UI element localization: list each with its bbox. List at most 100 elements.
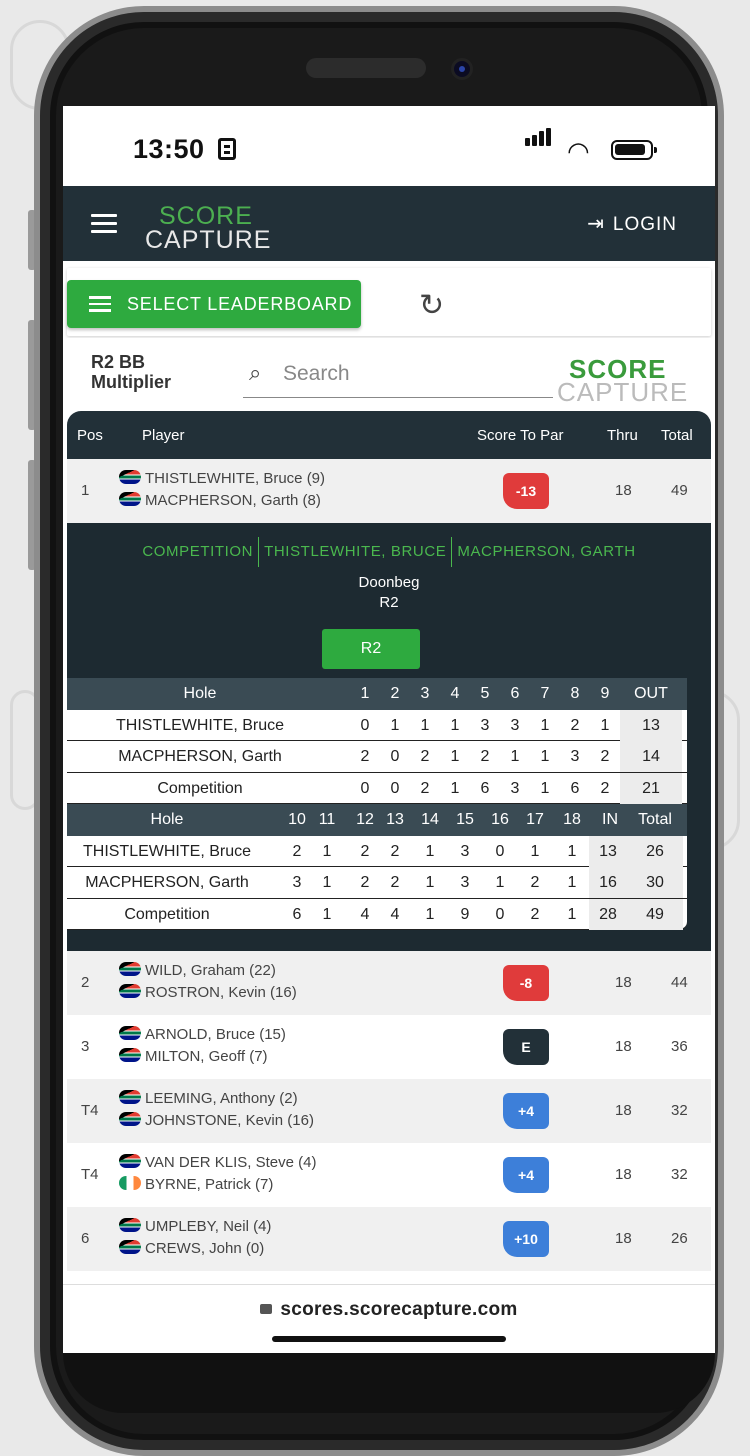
table-row[interactable]: 3 ARNOLD, Bruce (15) MILTON, Geoff (7) E… bbox=[67, 1015, 711, 1079]
phone-screen: 13:50 ◠ SCORE CAPTURE ⇥ LOGIN SELECT LEAD… bbox=[63, 106, 715, 1353]
hole-score: 1 bbox=[425, 905, 435, 923]
flag-icon bbox=[119, 1112, 141, 1126]
row-pos: 1 bbox=[81, 482, 90, 499]
hole-score: 1 bbox=[322, 842, 332, 860]
wifi-icon: ◠ bbox=[567, 136, 590, 166]
flag-icon bbox=[119, 1154, 141, 1168]
table-row[interactable]: T4 VAN DER KLIS, Steve (4) BYRNE, Patric… bbox=[67, 1143, 711, 1207]
battery-icon bbox=[611, 140, 657, 160]
hole-score: 1 bbox=[495, 874, 505, 891]
out-total: 14 bbox=[620, 741, 682, 772]
tab-competition[interactable]: COMPETITION bbox=[137, 537, 260, 567]
score-badge: -13 bbox=[503, 473, 549, 509]
hole-number: 1 bbox=[360, 685, 370, 702]
hole-score: 9 bbox=[460, 905, 470, 923]
menu-icon[interactable] bbox=[91, 214, 117, 233]
tab-macpherson[interactable]: MACPHERSON, GARTH bbox=[452, 537, 640, 567]
row-total: 26 bbox=[671, 1230, 688, 1247]
table-row[interactable]: 1 THISTLEWHITE, Bruce (9) MACPHERSON, Ga… bbox=[67, 459, 711, 523]
row-total: 44 bbox=[671, 974, 688, 991]
browser-url-bar[interactable]: scores.scorecapture.com bbox=[63, 1284, 715, 1353]
hole-number: 13 bbox=[386, 811, 404, 828]
hole-score: 1 bbox=[450, 716, 460, 734]
table-row[interactable]: 2 WILD, Graham (22) ROSTRON, Kevin (16) … bbox=[67, 951, 711, 1015]
table-row[interactable]: 6 UMPLEBY, Neil (4) CREWS, John (0) +10 … bbox=[67, 1207, 711, 1271]
hole-score: 1 bbox=[567, 874, 577, 891]
select-leaderboard-label: SELECT LEADERBOARD bbox=[127, 294, 353, 314]
flag-icon bbox=[119, 1176, 141, 1190]
round-total: 30 bbox=[627, 867, 683, 898]
hole-score: 4 bbox=[360, 905, 370, 923]
search-input[interactable]: ⌕ Search bbox=[243, 356, 553, 398]
back-nine-header: Hole 10 11 12 13 14 15 16 17 18 IN Total bbox=[67, 804, 687, 836]
hole-number: 7 bbox=[540, 685, 550, 702]
refresh-icon[interactable]: ↻ bbox=[419, 288, 444, 323]
hole-number: 10 bbox=[288, 811, 306, 828]
row-players: LEEMING, Anthony (2) JOHNSTONE, Kevin (1… bbox=[119, 1088, 314, 1132]
player-name: UMPLEBY, Neil (4) bbox=[145, 1218, 272, 1235]
hole-score: 3 bbox=[510, 716, 520, 734]
phone-bottom-bezel bbox=[63, 1353, 715, 1413]
flag-icon bbox=[119, 1240, 141, 1254]
hole-number: 4 bbox=[450, 685, 460, 702]
player-name: ROSTRON, Kevin (16) bbox=[145, 984, 297, 1001]
list-icon bbox=[89, 296, 111, 316]
scorecard-row: THISTLEWHITE, Bruce 0 1 1 1 3 3 1 2 1 13 bbox=[67, 709, 687, 741]
hole-score: 4 bbox=[390, 905, 400, 923]
login-label: LOGIN bbox=[612, 214, 677, 235]
row-pos: T4 bbox=[81, 1166, 99, 1183]
round-label: R2 bbox=[379, 594, 399, 611]
hole-number: 8 bbox=[570, 685, 580, 702]
select-leaderboard-button[interactable]: SELECT LEADERBOARD bbox=[67, 280, 361, 328]
scorecard-row: MACPHERSON, Garth 3 1 2 2 1 3 1 2 1 16 3… bbox=[67, 867, 687, 899]
row-thru: 18 bbox=[615, 1230, 632, 1247]
hole-number: 12 bbox=[356, 811, 374, 828]
hole-number: 2 bbox=[390, 685, 400, 702]
hole-score: 2 bbox=[420, 779, 430, 797]
scorecard-row: Competition 6 1 4 4 1 9 0 2 1 28 49 bbox=[67, 898, 687, 930]
hole-score: 1 bbox=[322, 874, 332, 891]
phone-speaker bbox=[306, 58, 426, 78]
hole-score: 2 bbox=[420, 748, 430, 765]
hole-score: 2 bbox=[600, 748, 610, 765]
app-logo[interactable]: SCORE CAPTURE bbox=[143, 202, 293, 254]
flag-icon bbox=[119, 1090, 141, 1104]
hole-score: 1 bbox=[540, 716, 550, 734]
course-info: Doonbeg R2 bbox=[67, 573, 711, 613]
row-thru: 18 bbox=[615, 1102, 632, 1119]
flag-icon bbox=[119, 984, 141, 998]
row-pos: 2 bbox=[81, 974, 90, 991]
scorecard-table: Hole 1 2 3 4 5 6 7 8 9 OUT THISTLEWHITE,… bbox=[67, 678, 687, 930]
hole-score: 6 bbox=[570, 779, 580, 797]
score-badge: +4 bbox=[503, 1157, 549, 1193]
hole-number: 15 bbox=[456, 811, 474, 828]
row-total: 36 bbox=[671, 1038, 688, 1055]
flag-icon bbox=[119, 492, 141, 506]
in-total: 28 bbox=[589, 898, 627, 930]
hole-number: 6 bbox=[510, 685, 520, 702]
round-total: 49 bbox=[627, 898, 683, 930]
hole-score: 0 bbox=[360, 716, 370, 734]
in-total: 16 bbox=[589, 867, 627, 898]
hole-score: 3 bbox=[480, 716, 490, 734]
row-pos: T4 bbox=[81, 1102, 99, 1119]
camera-icon bbox=[451, 58, 473, 80]
row-thru: 18 bbox=[615, 974, 632, 991]
screen-lock-icon bbox=[218, 138, 236, 160]
flag-icon bbox=[119, 470, 141, 484]
table-header: Pos Player Score To Par Thru Total bbox=[67, 411, 711, 459]
search-placeholder: Search bbox=[283, 362, 350, 385]
front-nine-header: Hole 1 2 3 4 5 6 7 8 9 OUT bbox=[67, 678, 687, 710]
tab-thistlewhite[interactable]: THISTLEWHITE, BRUCE bbox=[259, 537, 453, 567]
login-button[interactable]: ⇥ LOGIN bbox=[587, 211, 677, 236]
home-indicator[interactable] bbox=[272, 1336, 506, 1342]
hole-score: 2 bbox=[360, 748, 370, 765]
leaderboard-header: R2 BB Multiplier ⌕ Search SCORE CAPTURE bbox=[67, 338, 711, 412]
round-total: 26 bbox=[627, 835, 683, 867]
hole-score: 1 bbox=[322, 905, 332, 923]
table-row[interactable]: T4 LEEMING, Anthony (2) JOHNSTONE, Kevin… bbox=[67, 1079, 711, 1143]
score-badge: -8 bbox=[503, 965, 549, 1001]
round-button[interactable]: R2 bbox=[322, 629, 420, 669]
hole-score: 6 bbox=[292, 905, 302, 923]
login-icon: ⇥ bbox=[587, 213, 605, 235]
